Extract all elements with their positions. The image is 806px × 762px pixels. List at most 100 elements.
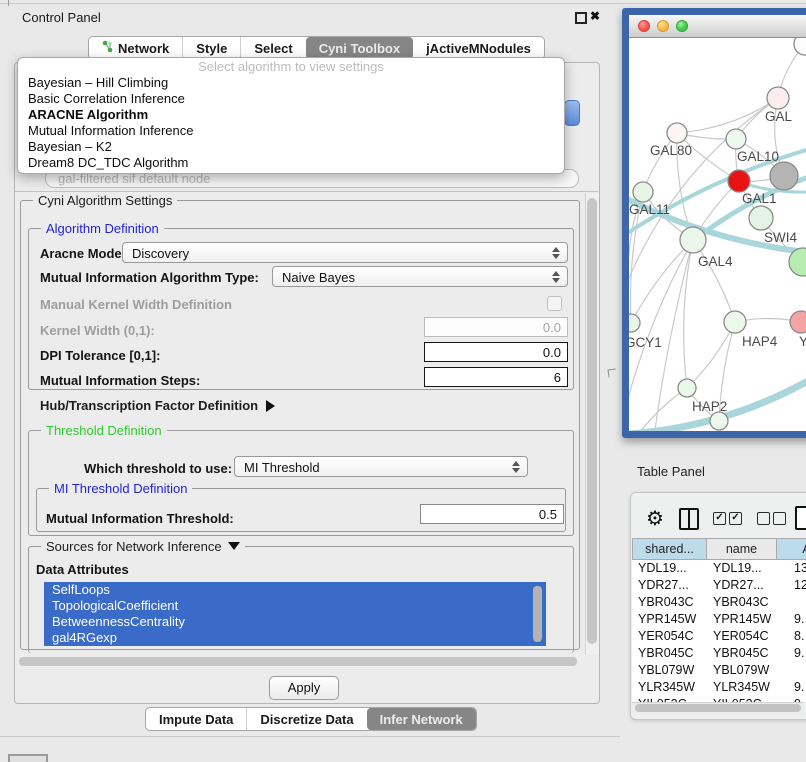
table-cell: YER054C bbox=[632, 628, 707, 645]
table-row[interactable]: YPR145WYPR145W9. bbox=[632, 611, 806, 628]
table-row[interactable]: YER054CYER054C8. bbox=[632, 628, 806, 645]
table-row[interactable]: YDL19...YDL19...13 bbox=[632, 560, 806, 577]
tab-select[interactable]: Select bbox=[240, 37, 305, 59]
table-cell: 9. bbox=[777, 645, 806, 662]
table-cell: YLR345W bbox=[632, 679, 707, 696]
network-node[interactable] bbox=[710, 412, 728, 430]
network-node[interactable] bbox=[724, 311, 746, 333]
deselect-all-icon[interactable] bbox=[773, 512, 786, 525]
network-node[interactable] bbox=[629, 314, 640, 332]
tab-infer-network[interactable]: Infer Network bbox=[367, 708, 476, 730]
mi-steps-label: Mutual Information Steps: bbox=[40, 373, 200, 388]
document-icon[interactable] bbox=[795, 506, 806, 530]
table-cell: YPR145W bbox=[707, 611, 777, 628]
algorithm-option-aracne-algorithm[interactable]: ARACNE Algorithm bbox=[18, 107, 564, 123]
dpi-tolerance-label: DPI Tolerance [0,1]: bbox=[40, 348, 160, 363]
tab-cyni-toolbox[interactable]: Cyni Toolbox bbox=[306, 37, 413, 59]
data-attributes-list: SelfLoopsTopologicalCoefficientBetweenne… bbox=[44, 582, 546, 648]
network-node[interactable] bbox=[794, 38, 806, 55]
attribute-item-selfloops[interactable]: SelfLoops bbox=[44, 582, 546, 598]
node-label: GAL1 bbox=[742, 191, 777, 206]
table-panel-title: Table Panel bbox=[637, 464, 705, 479]
attribute-item-betweennesscentrality[interactable]: BetweennessCentrality bbox=[44, 614, 546, 630]
dpi-tolerance-input[interactable] bbox=[424, 342, 568, 362]
zoom-traffic-light-icon[interactable] bbox=[676, 20, 688, 32]
network-node[interactable] bbox=[767, 87, 789, 109]
network-node[interactable] bbox=[633, 182, 653, 202]
mi-threshold-input[interactable] bbox=[420, 504, 564, 524]
algorithm-option-bayesian-k2[interactable]: Bayesian – K2 bbox=[18, 139, 564, 155]
bottom-tab-bar: Impute DataDiscretize DataInfer Network bbox=[145, 707, 477, 731]
network-node[interactable] bbox=[728, 170, 750, 192]
close-icon[interactable]: ✖ bbox=[590, 9, 600, 23]
network-node[interactable] bbox=[680, 227, 706, 253]
table-row[interactable]: YLR345WYLR345W9. bbox=[632, 679, 806, 696]
network-node[interactable] bbox=[770, 162, 798, 190]
network-node[interactable] bbox=[790, 311, 806, 333]
table-cell: YBR043C bbox=[707, 594, 777, 611]
combo-arrows-icon bbox=[512, 457, 520, 476]
table-row[interactable]: YDR27...YDR27...12 bbox=[632, 577, 806, 594]
tab-network[interactable]: Network bbox=[89, 37, 182, 59]
table-cell: YLR345W bbox=[707, 679, 777, 696]
table-cell: YER054C bbox=[707, 628, 777, 645]
column-header-a[interactable]: A bbox=[777, 538, 806, 560]
network-node[interactable] bbox=[678, 379, 696, 397]
combo-arrows-icon bbox=[552, 267, 560, 286]
algorithm-option-bayesian-hill-climbing[interactable]: Bayesian – Hill Climbing bbox=[18, 75, 564, 91]
minimize-traffic-light-icon[interactable] bbox=[657, 20, 669, 32]
tab-style[interactable]: Style bbox=[182, 37, 240, 59]
column-header-name[interactable]: name bbox=[707, 538, 777, 560]
network-node[interactable] bbox=[749, 206, 773, 230]
kernel-width-input[interactable] bbox=[424, 317, 568, 337]
float-window-icon[interactable] bbox=[575, 12, 587, 24]
attributes-scrollbar[interactable] bbox=[533, 586, 542, 642]
top-divider bbox=[0, 3, 806, 4]
mi-steps-input[interactable] bbox=[424, 367, 568, 387]
network-node[interactable] bbox=[726, 129, 746, 149]
attribute-item-topologicalcoefficient[interactable]: TopologicalCoefficient bbox=[44, 598, 546, 614]
network-edge bbox=[677, 98, 778, 133]
which-threshold-select[interactable]: MI Threshold bbox=[234, 456, 528, 477]
hub-definition-toggle[interactable]: Hub/Transcription Factor Definition bbox=[40, 398, 275, 413]
aracne-mode-select[interactable]: Discovery bbox=[122, 242, 568, 263]
tab-impute-data[interactable]: Impute Data bbox=[146, 708, 246, 730]
algorithm-option-dream8-dc-tdc-algorithm[interactable]: Dream8 DC_TDC Algorithm bbox=[18, 155, 564, 171]
mi-type-label: Mutual Information Algorithm Type: bbox=[40, 270, 259, 285]
select-all-icon[interactable]: ✓ bbox=[729, 512, 742, 525]
network-window-titlebar[interactable] bbox=[629, 15, 806, 38]
column-header-shared[interactable]: shared... bbox=[632, 538, 707, 560]
settings-vscrollbar-thumb[interactable] bbox=[587, 198, 597, 644]
sources-group-title[interactable]: Sources for Network Inference bbox=[41, 539, 245, 554]
tab-jactivemnodules[interactable]: jActiveMNodules bbox=[413, 37, 544, 59]
node-label: GAL bbox=[765, 109, 793, 124]
columns-icon[interactable] bbox=[679, 508, 699, 530]
algorithm-option-basic-correlation-inference[interactable]: Basic Correlation Inference bbox=[18, 91, 564, 107]
gear-icon[interactable]: ⚙ bbox=[646, 506, 664, 531]
hidden-combo-stepper[interactable] bbox=[564, 100, 580, 126]
table-row[interactable]: YBR043CYBR043C bbox=[632, 594, 806, 611]
minimized-panel-box[interactable] bbox=[8, 754, 48, 762]
tab-label: jActiveMNodules bbox=[426, 41, 531, 56]
apply-button[interactable]: Apply bbox=[269, 676, 339, 700]
mi-type-select[interactable]: Naive Bayes bbox=[272, 266, 568, 287]
table-row[interactable]: YBL079WYBL079W bbox=[632, 662, 806, 679]
network-canvas[interactable]: GALGAL80GAL10GAL1GAL11SWI4GAL4GCY1HAP4YH… bbox=[629, 38, 806, 431]
tab-discretize-data[interactable]: Discretize Data bbox=[246, 708, 366, 730]
deselect-all-icon[interactable] bbox=[757, 512, 770, 525]
table-hscrollbar-thumb[interactable] bbox=[635, 704, 801, 712]
network-view-window[interactable]: GALGAL80GAL10GAL1GAL11SWI4GAL4GCY1HAP4YH… bbox=[622, 8, 806, 438]
settings-hscrollbar-thumb[interactable] bbox=[19, 657, 577, 666]
manual-kernel-checkbox[interactable] bbox=[547, 296, 562, 311]
table-cell bbox=[777, 594, 806, 611]
panel-resize-handle[interactable] bbox=[607, 368, 616, 377]
table-cell: 9. bbox=[777, 679, 806, 696]
network-node[interactable] bbox=[667, 123, 687, 143]
close-traffic-light-icon[interactable] bbox=[638, 20, 650, 32]
group-title: Algorithm Definition bbox=[41, 221, 164, 236]
attribute-item-gal4rgexp[interactable]: gal4RGexp bbox=[44, 630, 546, 646]
algorithm-option-mutual-information-inference[interactable]: Mutual Information Inference bbox=[18, 123, 564, 139]
data-attributes-label: Data Attributes bbox=[36, 562, 129, 577]
table-row[interactable]: YBR045CYBR045C9. bbox=[632, 645, 806, 662]
select-all-icon[interactable]: ✓ bbox=[713, 512, 726, 525]
